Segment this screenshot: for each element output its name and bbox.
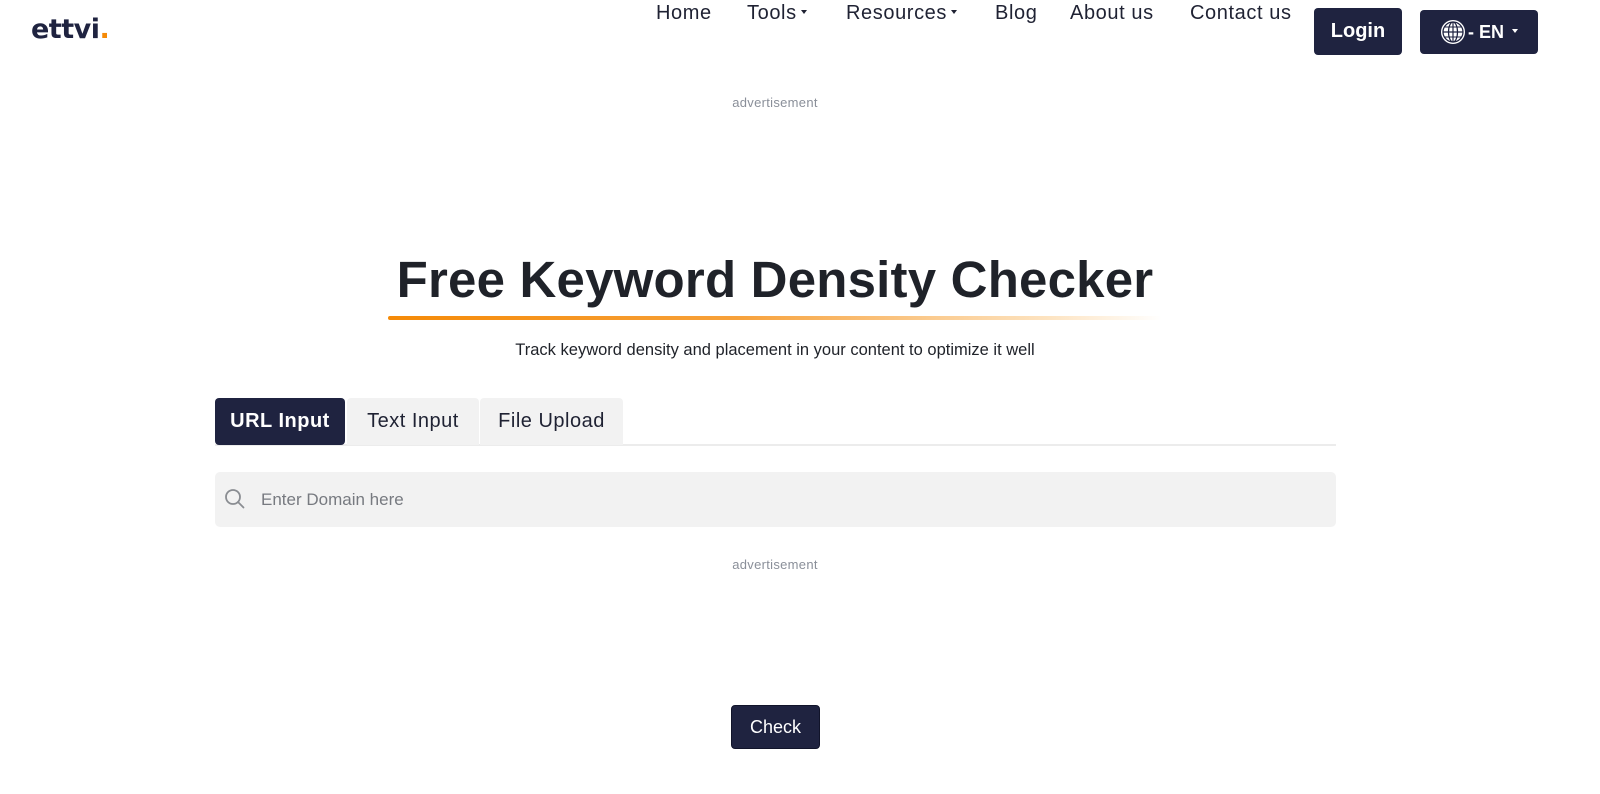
nav-item-resources[interactable]: Resources xyxy=(846,2,957,25)
page-subtitle: Track keyword density and placement in y… xyxy=(515,341,1035,359)
logo-dot: . xyxy=(99,14,110,45)
nav-item-label: Home xyxy=(656,2,712,24)
login-button[interactable]: Login xyxy=(1314,8,1402,55)
caret-down-icon xyxy=(951,10,957,15)
nav-item-about-us[interactable]: About us xyxy=(1070,2,1154,25)
title-underline xyxy=(388,316,1162,320)
navbar: ettvi. Home Tools Resources Blog About u… xyxy=(0,0,1600,64)
caret-down-icon xyxy=(800,10,807,15)
nav-item-blog[interactable]: Blog xyxy=(995,2,1037,25)
page-title: Free Keyword Density Checker xyxy=(396,251,1154,308)
caret-down-icon xyxy=(1512,28,1518,33)
nav-item-label: Contact us xyxy=(1190,2,1292,24)
logo-text: ettvi xyxy=(31,14,100,45)
nav-item-label: Tools xyxy=(747,2,797,24)
nav-item-home[interactable]: Home xyxy=(656,2,712,25)
domain-search-box xyxy=(215,472,1336,527)
tab-file-upload[interactable]: File Upload xyxy=(480,398,623,445)
nav-item-contact-us[interactable]: Contact us xyxy=(1190,2,1292,25)
language-label: - EN xyxy=(1468,21,1504,42)
nav-item-label: Resources xyxy=(846,2,947,24)
nav-item-label: About us xyxy=(1070,2,1154,24)
tab-text-input[interactable]: Text Input xyxy=(347,398,479,445)
tab-url-input[interactable]: URL Input xyxy=(215,398,345,445)
domain-input[interactable] xyxy=(261,472,1321,527)
logo[interactable]: ettvi. xyxy=(31,14,110,45)
input-mode-tabs: URL Input Text Input File Upload xyxy=(215,398,1336,446)
search-icon xyxy=(225,489,245,509)
advertisement-label-top: advertisement xyxy=(732,95,818,110)
nav-item-tools[interactable]: Tools xyxy=(747,2,807,25)
check-button[interactable]: Check xyxy=(731,705,820,749)
globe-icon xyxy=(1441,20,1465,44)
advertisement-label-bottom: advertisement xyxy=(732,557,818,572)
nav-item-label: Blog xyxy=(995,2,1038,24)
language-selector[interactable]: - EN xyxy=(1420,10,1538,54)
